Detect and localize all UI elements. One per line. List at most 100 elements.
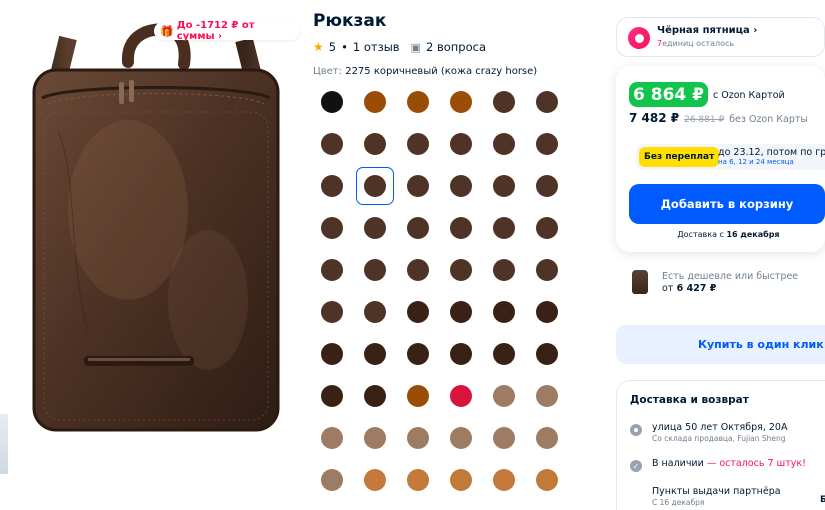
color-swatch[interactable] xyxy=(399,335,437,373)
color-swatch[interactable] xyxy=(485,125,523,163)
color-swatch[interactable] xyxy=(313,461,351,499)
color-swatch[interactable] xyxy=(528,461,566,499)
color-swatch[interactable] xyxy=(356,419,394,457)
color-swatch[interactable] xyxy=(313,83,351,121)
color-swatch-dot xyxy=(364,343,386,365)
black-friday-banner[interactable]: Чёрная пятница › 7единиц осталось xyxy=(616,17,825,57)
color-swatch[interactable] xyxy=(356,125,394,163)
color-swatch[interactable] xyxy=(485,209,523,247)
promo-tag-label: До -1712 ₽ от суммы › xyxy=(176,20,255,42)
color-swatch[interactable] xyxy=(442,167,480,205)
installment-offer[interactable]: Без переплат до 23.12, потом по граф на … xyxy=(636,144,825,170)
installment-badge: Без переплат xyxy=(639,147,720,167)
color-swatch-dot xyxy=(450,343,472,365)
product-image[interactable] xyxy=(8,0,298,440)
color-swatch[interactable] xyxy=(528,251,566,289)
color-swatch[interactable] xyxy=(399,419,437,457)
color-swatch-dot xyxy=(536,175,558,197)
color-swatch[interactable] xyxy=(442,461,480,499)
color-swatch[interactable] xyxy=(442,251,480,289)
color-swatch-dot xyxy=(536,91,558,113)
color-swatch-dot xyxy=(407,133,429,155)
color-swatch[interactable] xyxy=(528,335,566,373)
color-swatch[interactable] xyxy=(356,209,394,247)
color-swatch[interactable] xyxy=(313,293,351,331)
color-swatch[interactable] xyxy=(528,293,566,331)
color-swatch[interactable] xyxy=(399,167,437,205)
color-swatch-dot xyxy=(407,469,429,491)
color-swatch-dot xyxy=(407,175,429,197)
color-swatch-dot xyxy=(536,301,558,323)
color-swatch[interactable] xyxy=(528,209,566,247)
color-swatch[interactable] xyxy=(442,419,480,457)
color-swatch-dot xyxy=(321,301,343,323)
color-swatch[interactable] xyxy=(399,125,437,163)
add-to-cart-button[interactable]: Добавить в корзину xyxy=(629,184,825,224)
thumbnail-strip[interactable] xyxy=(0,414,8,474)
color-swatch[interactable] xyxy=(313,251,351,289)
color-swatch[interactable] xyxy=(485,335,523,373)
color-swatch[interactable] xyxy=(442,293,480,331)
color-swatch[interactable] xyxy=(356,461,394,499)
color-swatch[interactable] xyxy=(485,419,523,457)
color-swatch-dot xyxy=(450,385,472,407)
color-swatch-dot xyxy=(364,217,386,239)
color-swatch[interactable] xyxy=(442,377,480,415)
color-swatch[interactable] xyxy=(356,167,394,205)
questions-link[interactable]: 2 вопроса xyxy=(426,40,486,54)
color-label: Цвет: xyxy=(313,66,343,77)
color-swatch[interactable] xyxy=(528,419,566,457)
color-swatch-dot xyxy=(364,469,386,491)
color-swatch[interactable] xyxy=(442,335,480,373)
delivery-address: улица 50 лет Октября, 20А xyxy=(652,422,788,433)
color-swatch-dot xyxy=(450,133,472,155)
color-swatch[interactable] xyxy=(356,251,394,289)
color-swatch[interactable] xyxy=(485,461,523,499)
color-swatch[interactable] xyxy=(442,125,480,163)
buy-one-click-button[interactable]: Купить в один клик xyxy=(616,325,825,364)
no-card-label: без Ozon Карты xyxy=(729,114,808,125)
color-swatch[interactable] xyxy=(313,419,351,457)
color-swatch[interactable] xyxy=(313,167,351,205)
color-swatch[interactable] xyxy=(313,377,351,415)
color-swatch[interactable] xyxy=(485,167,523,205)
color-swatch-dot xyxy=(364,91,386,113)
color-swatch-dot xyxy=(407,91,429,113)
color-swatch[interactable] xyxy=(356,335,394,373)
color-swatch[interactable] xyxy=(313,125,351,163)
color-swatch[interactable] xyxy=(313,335,351,373)
color-swatch[interactable] xyxy=(399,293,437,331)
color-swatch[interactable] xyxy=(485,293,523,331)
color-swatch[interactable] xyxy=(356,83,394,121)
color-swatch[interactable] xyxy=(485,377,523,415)
color-swatch-dot xyxy=(321,427,343,449)
color-swatch-dot xyxy=(407,217,429,239)
reviews-link[interactable]: 1 отзыв xyxy=(353,40,400,54)
color-swatch[interactable] xyxy=(528,167,566,205)
color-swatch-dot xyxy=(450,175,472,197)
color-swatch[interactable] xyxy=(442,209,480,247)
color-swatch[interactable] xyxy=(356,293,394,331)
color-swatch[interactable] xyxy=(399,461,437,499)
color-swatch-grid xyxy=(313,83,569,503)
color-swatch-dot xyxy=(536,133,558,155)
color-swatch[interactable] xyxy=(528,83,566,121)
color-swatch-dot xyxy=(493,385,515,407)
color-swatch[interactable] xyxy=(313,209,351,247)
color-swatch[interactable] xyxy=(399,251,437,289)
color-swatch[interactable] xyxy=(356,377,394,415)
color-swatch[interactable] xyxy=(399,209,437,247)
installment-line1: до 23.12, потом по граф xyxy=(718,147,825,158)
delivery-date: 16 декабря xyxy=(726,230,780,239)
color-swatch[interactable] xyxy=(442,83,480,121)
color-swatch[interactable] xyxy=(485,83,523,121)
color-swatch-dot xyxy=(450,91,472,113)
color-swatch-dot xyxy=(536,469,558,491)
color-swatch[interactable] xyxy=(399,83,437,121)
promo-discount-tag[interactable]: 🎁 До -1712 ₽ от суммы › xyxy=(154,20,300,42)
cheaper-offer[interactable]: Есть дешевле или быстрее от 6 427 ₽ xyxy=(630,268,825,300)
color-swatch[interactable] xyxy=(399,377,437,415)
color-swatch[interactable] xyxy=(528,125,566,163)
color-swatch[interactable] xyxy=(528,377,566,415)
color-swatch[interactable] xyxy=(485,251,523,289)
